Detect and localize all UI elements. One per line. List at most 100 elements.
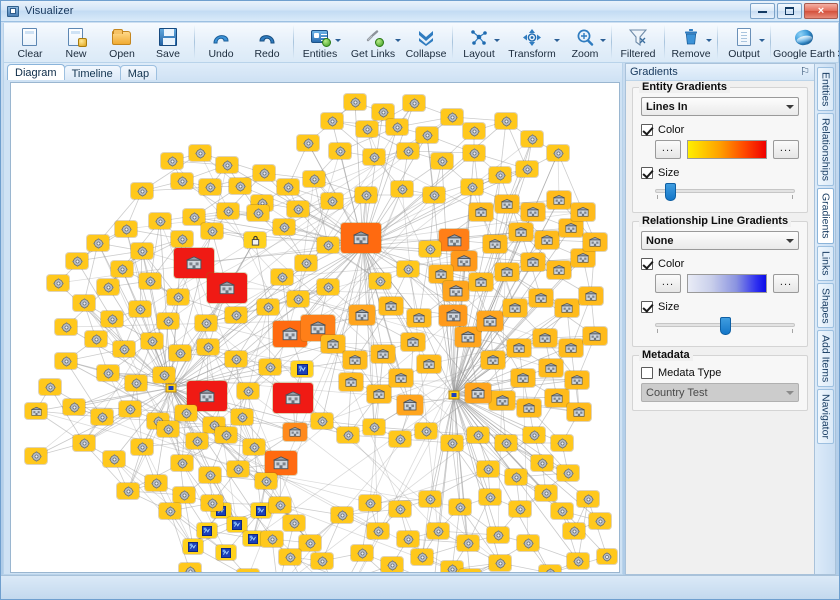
graph-node[interactable] <box>225 307 247 323</box>
graph-node[interactable] <box>427 523 449 539</box>
relationship-size-checkbox[interactable] <box>641 301 653 313</box>
graph-node[interactable] <box>495 113 517 129</box>
graph-node[interactable] <box>489 555 511 571</box>
graph-node[interactable] <box>199 467 221 483</box>
graph-node[interactable] <box>397 395 423 415</box>
graph-node[interactable] <box>397 531 419 547</box>
graph-node[interactable] <box>419 241 441 257</box>
dropdown-caret-icon[interactable] <box>600 39 606 42</box>
graph-node[interactable] <box>535 231 559 249</box>
graph-node[interactable] <box>529 289 553 307</box>
graph-node[interactable] <box>244 232 266 248</box>
graph-node[interactable] <box>371 345 395 363</box>
graph-node[interactable] <box>531 455 553 471</box>
graph-node[interactable] <box>407 309 431 327</box>
toolbar-button-save[interactable]: Save <box>145 24 191 61</box>
graph-node[interactable] <box>85 331 107 347</box>
graph-node[interactable] <box>183 539 203 554</box>
graph-node[interactable] <box>359 495 381 511</box>
toolbar-button-google-earth[interactable]: Google Earth <box>774 24 834 61</box>
graph-node[interactable] <box>229 178 251 194</box>
relationship-color-right-button[interactable]: ... <box>773 274 799 293</box>
dropdown-caret-icon[interactable] <box>759 39 765 42</box>
graph-node[interactable] <box>469 203 493 221</box>
graph-node[interactable] <box>287 201 309 217</box>
toolbar-button-clear[interactable]: Clear <box>7 24 53 61</box>
graph-node[interactable] <box>443 281 469 301</box>
graph-node[interactable] <box>129 301 151 317</box>
graph-node[interactable] <box>251 503 271 518</box>
graph-node[interactable] <box>419 491 441 507</box>
graph-node[interactable] <box>243 439 265 455</box>
graph-node[interactable] <box>63 399 85 415</box>
entity-color-right-button[interactable]: ... <box>773 140 799 159</box>
graph-node[interactable] <box>197 339 219 355</box>
graph-node[interactable] <box>571 249 595 267</box>
graph-node[interactable] <box>157 313 179 329</box>
graph-node[interactable] <box>563 523 585 539</box>
graph-node[interactable] <box>227 461 249 477</box>
graph-node[interactable] <box>66 253 88 269</box>
toolbar-button-redo[interactable]: Redo <box>244 24 290 61</box>
graph-node[interactable] <box>567 553 589 569</box>
graph-node[interactable] <box>517 399 541 417</box>
graph-node[interactable] <box>297 135 319 151</box>
graph-node[interactable] <box>523 427 545 443</box>
close-button[interactable]: × <box>804 3 838 19</box>
rail-tab-shapes[interactable]: Shapes <box>817 283 834 329</box>
graph-node[interactable] <box>507 339 531 357</box>
entity-color-checkbox[interactable] <box>641 124 653 136</box>
graph-node[interactable] <box>411 549 433 565</box>
graph-node[interactable] <box>97 279 119 295</box>
graph-node[interactable] <box>517 535 539 551</box>
graph-node[interactable] <box>117 483 139 499</box>
entity-color-left-button[interactable]: ... <box>655 140 681 159</box>
toolbar-button-entities[interactable]: Entities <box>297 24 343 61</box>
graph-node[interactable] <box>243 531 263 546</box>
graph-node[interactable] <box>509 223 533 241</box>
graph-node[interactable] <box>169 345 191 361</box>
metadata-type-select[interactable]: Country Test <box>641 383 799 402</box>
graph-node[interactable] <box>277 179 299 195</box>
relationship-color-gradient-bar[interactable] <box>687 274 767 293</box>
graph-node[interactable] <box>153 367 175 383</box>
dropdown-caret-icon[interactable] <box>706 39 712 42</box>
graph-node[interactable] <box>351 545 373 561</box>
graph-node[interactable] <box>415 423 437 439</box>
graph-node[interactable] <box>111 261 133 277</box>
graph-node[interactable] <box>343 351 367 369</box>
toolbar-button-new[interactable]: New <box>53 24 99 61</box>
graph-node[interactable] <box>201 223 223 239</box>
graph-node[interactable] <box>159 503 181 519</box>
graph-node[interactable] <box>489 167 511 183</box>
graph-node[interactable] <box>349 305 375 325</box>
graph-node[interactable] <box>145 475 167 491</box>
graph-node[interactable] <box>55 319 77 335</box>
graph-node[interactable] <box>489 391 515 410</box>
graph-node[interactable] <box>171 455 193 471</box>
entity-size-slider[interactable] <box>655 189 795 193</box>
minimize-button[interactable] <box>750 3 775 19</box>
graph-node[interactable] <box>253 165 275 181</box>
graph-node[interactable] <box>403 95 425 111</box>
graph-node[interactable] <box>559 219 583 237</box>
entity-color-gradient-bar[interactable] <box>687 140 767 159</box>
graph-node[interactable] <box>217 203 239 219</box>
graph-node[interactable] <box>516 161 538 177</box>
graph-node[interactable] <box>291 361 313 377</box>
graph-node[interactable] <box>303 171 325 187</box>
graph-node[interactable] <box>257 299 279 315</box>
graph-node[interactable] <box>115 221 137 237</box>
graph-node[interactable] <box>469 273 493 291</box>
graph-node[interactable] <box>295 255 317 271</box>
toolbar-button-3d-view[interactable]: 3D View <box>834 24 840 61</box>
graph-node[interactable] <box>547 145 569 161</box>
graph-node[interactable] <box>479 489 501 505</box>
graph-node[interactable] <box>431 153 453 169</box>
rail-tab-entities[interactable]: Entities <box>817 67 834 111</box>
dropdown-caret-icon[interactable] <box>395 39 401 42</box>
graph-node[interactable] <box>511 369 535 387</box>
graph-node[interactable] <box>337 427 359 443</box>
graph-node[interactable] <box>167 289 189 305</box>
graph-node[interactable] <box>355 187 377 203</box>
